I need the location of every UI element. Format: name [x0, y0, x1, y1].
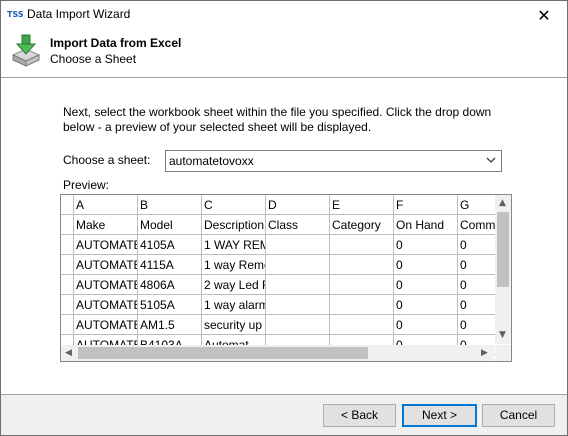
column-header: A [74, 195, 138, 215]
table-cell [330, 275, 394, 295]
sheet-label: Choose a sheet: [63, 153, 151, 167]
table-cell: 0 [394, 315, 458, 335]
row-header [61, 255, 74, 275]
preview-label: Preview: [63, 178, 110, 192]
table-cell: On Hand [394, 215, 458, 235]
chevron-down-icon [486, 157, 496, 163]
cancel-button[interactable]: Cancel [482, 404, 555, 427]
row-header [61, 235, 74, 255]
header-subtitle: Choose a Sheet [50, 52, 137, 66]
app-logo-icon: TSS [7, 10, 24, 19]
table-cell: 0 [394, 255, 458, 275]
column-header: F [394, 195, 458, 215]
horizontal-scroll-thumb[interactable] [78, 347, 368, 359]
table-cell: 1 way Remo [202, 255, 266, 275]
scroll-up-icon[interactable]: ▲ [499, 198, 506, 208]
table-cell: Category [330, 215, 394, 235]
horizontal-scrollbar[interactable]: ◀ ▶ [61, 345, 494, 361]
import-download-icon [11, 34, 41, 67]
table-cell: 5105A [138, 295, 202, 315]
table-cell: AUTOMATE [74, 315, 138, 335]
row-header [61, 295, 74, 315]
sheet-dropdown-value: automatetovoxx [169, 154, 254, 168]
table-cell: AM1.5 [138, 315, 202, 335]
row-header [61, 215, 74, 235]
table-cell: Model [138, 215, 202, 235]
table-cell: 4806A [138, 275, 202, 295]
table-cell: Make [74, 215, 138, 235]
table-cell [330, 295, 394, 315]
header-title: Import Data from Excel [50, 36, 182, 50]
table-cell [266, 275, 330, 295]
table-cell: security up [202, 315, 266, 335]
wizard-footer: < Back Next > Cancel [1, 394, 567, 435]
back-button[interactable]: < Back [323, 404, 396, 427]
scrollbar-corner [495, 345, 511, 361]
sheet-dropdown[interactable]: automatetovoxx [165, 150, 502, 172]
row-header [61, 315, 74, 335]
vertical-scrollbar[interactable]: ▲ ▼ [495, 195, 511, 344]
close-icon: ✕ [537, 5, 551, 25]
column-header: D [266, 195, 330, 215]
grid-corner-cell [61, 195, 74, 215]
column-header: E [330, 195, 394, 215]
title-bar: TSS Data Import Wizard ✕ [1, 1, 567, 29]
scroll-left-icon[interactable]: ◀ [65, 348, 72, 358]
table-cell [330, 315, 394, 335]
next-button[interactable]: Next > [402, 404, 477, 427]
table-cell [266, 235, 330, 255]
column-header: B [138, 195, 202, 215]
table-cell [266, 255, 330, 275]
table-cell: 4105A [138, 235, 202, 255]
table-cell: Description [202, 215, 266, 235]
table-cell: 1 way alarm [202, 295, 266, 315]
table-cell: 2 way Led R [202, 275, 266, 295]
close-button[interactable]: ✕ [521, 1, 567, 29]
table-cell: Class [266, 215, 330, 235]
table-cell: AUTOMATE [74, 255, 138, 275]
table-cell [330, 255, 394, 275]
wizard-content: Next, select the workbook sheet within t… [1, 78, 567, 394]
wizard-window: TSS Data Import Wizard ✕ Import Data fro… [0, 0, 568, 436]
table-cell: AUTOMATE [74, 295, 138, 315]
row-header [61, 275, 74, 295]
table-cell: AUTOMATE [74, 275, 138, 295]
table-cell: AUTOMATE [74, 235, 138, 255]
table-cell [330, 235, 394, 255]
column-header: C [202, 195, 266, 215]
table-cell: 0 [394, 235, 458, 255]
instruction-text: Next, select the workbook sheet within t… [63, 105, 492, 134]
table-cell: 0 [394, 275, 458, 295]
table-cell: 1 WAY REM [202, 235, 266, 255]
window-title: Data Import Wizard [27, 7, 131, 21]
wizard-header: Import Data from Excel Choose a Sheet [1, 29, 567, 78]
table-cell [266, 295, 330, 315]
table-cell: 4115A [138, 255, 202, 275]
scroll-right-icon[interactable]: ▶ [481, 348, 488, 358]
scroll-down-icon[interactable]: ▼ [499, 330, 506, 340]
table-cell: 0 [394, 295, 458, 315]
vertical-scroll-thumb[interactable] [497, 212, 509, 287]
table-cell [266, 315, 330, 335]
preview-grid[interactable]: A B C D E F G Make Model Description Cla… [60, 194, 512, 362]
